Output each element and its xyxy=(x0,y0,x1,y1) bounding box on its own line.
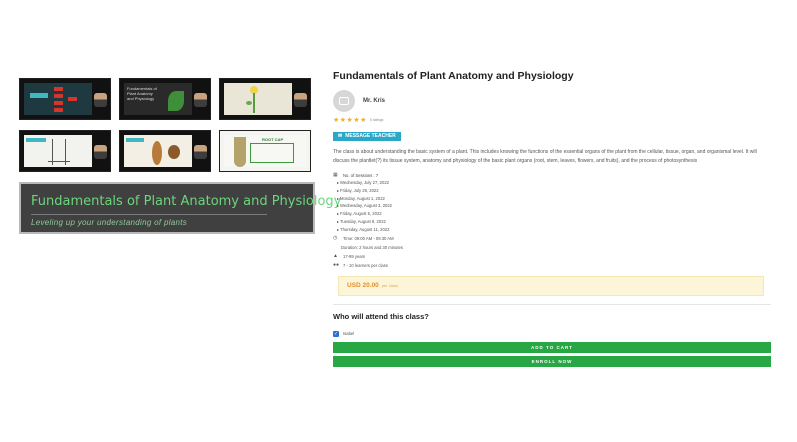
graduation-cap-icon: ▲ xyxy=(333,252,338,259)
sessions-count: No. of Sessions : 7 xyxy=(343,172,379,178)
session-dates: Wednesday, July 27, 2022 Friday, July 29… xyxy=(333,179,771,234)
clock-icon: ◷ xyxy=(333,234,338,241)
price-box: USD 20.00 per class xyxy=(338,275,764,296)
class-time: Time: 09:00 AM - 09:30 AM xyxy=(343,235,394,241)
presenter-video xyxy=(194,145,207,159)
session-date: Friday, August 5, 2022 xyxy=(333,210,771,218)
presenter-video xyxy=(294,93,307,107)
session-date: Friday, July 29, 2022 xyxy=(333,187,771,195)
session-date: Tuesday, August 9, 2022 xyxy=(333,218,771,226)
message-icon: ✉ xyxy=(338,133,343,139)
enroll-now-button[interactable]: ENROLL NOW xyxy=(333,355,771,367)
calendar-icon: ▦ xyxy=(333,172,338,178)
sessions-section: ▦ No. of Sessions : 7 Wednesday, July 27… xyxy=(333,172,771,270)
age-range: 17-99 years xyxy=(343,253,366,259)
hero-divider xyxy=(31,214,267,215)
teacher-info: Mr. Kris xyxy=(333,90,771,112)
presenter-video xyxy=(94,145,107,159)
rating: ★★★★★ 0 ratings xyxy=(333,116,771,124)
course-details: Fundamentals of Plant Anatomy and Physio… xyxy=(333,70,771,367)
thumbnail-slide-title: Fundamentals of Plant Anatomy and Physio… xyxy=(127,86,157,101)
thumbnail-3[interactable] xyxy=(219,78,311,120)
thumbnail-2[interactable]: Fundamentals of Plant Anatomy and Physio… xyxy=(119,78,211,120)
teacher-name[interactable]: Mr. Kris xyxy=(363,98,385,104)
thumbnail-1[interactable] xyxy=(19,78,111,120)
users-icon: ●● xyxy=(333,261,340,268)
thumbnail-4[interactable] xyxy=(19,130,111,172)
session-date: Monday, August 1, 2022 xyxy=(333,195,771,203)
section-divider xyxy=(333,303,771,305)
session-date: Thursday, August 11, 2022 xyxy=(333,226,771,234)
hero-subtitle: Leveling up your understanding of plants xyxy=(31,218,188,227)
session-date: Wednesday, July 27, 2022 xyxy=(333,179,771,187)
class-size: 7 - 10 learners per class xyxy=(343,262,388,268)
image-placeholder-icon xyxy=(339,97,349,105)
ratings-count: 0 ratings xyxy=(369,118,384,122)
teacher-avatar[interactable] xyxy=(333,90,355,112)
session-date: Wednesday, August 3, 2022 xyxy=(333,202,771,210)
attendee-option[interactable]: ✓ Isabel xyxy=(333,330,771,337)
price: USD 20.00 xyxy=(347,282,379,290)
price-unit: per class xyxy=(381,283,398,289)
course-title: Fundamentals of Plant Anatomy and Physio… xyxy=(333,70,574,82)
attendees-heading: Who will attend this class? xyxy=(333,311,429,321)
thumbnail-6[interactable]: ROOT CAP xyxy=(219,130,311,172)
thumbnail-5[interactable] xyxy=(119,130,211,172)
thumbnail-slide-label: ROOT CAP xyxy=(262,137,284,142)
presenter-video xyxy=(194,93,207,107)
attendee-checkbox[interactable]: ✓ xyxy=(333,330,339,337)
course-description: The class is about understanding the bas… xyxy=(333,149,757,164)
class-duration: Duration: 2 hours and 30 minutes xyxy=(341,244,403,250)
presenter-video xyxy=(94,93,107,107)
thumbnail-grid: Fundamentals of Plant Anatomy and Physio… xyxy=(19,78,315,172)
add-to-cart-button[interactable]: ADD TO CART xyxy=(333,341,771,353)
star-rating-icon: ★★★★★ xyxy=(333,117,367,124)
hero-image[interactable]: Fundamentals of Plant Anatomy and Physio… xyxy=(19,182,342,234)
message-teacher-label: MESSAGE TEACHER xyxy=(345,133,396,139)
message-teacher-button[interactable]: ✉ MESSAGE TEACHER xyxy=(333,131,401,141)
hero-title: Fundamentals of Plant Anatomy and Physio… xyxy=(31,194,342,209)
course-gallery: Fundamentals of Plant Anatomy and Physio… xyxy=(19,78,342,234)
attendee-name: Isabel xyxy=(343,331,355,337)
